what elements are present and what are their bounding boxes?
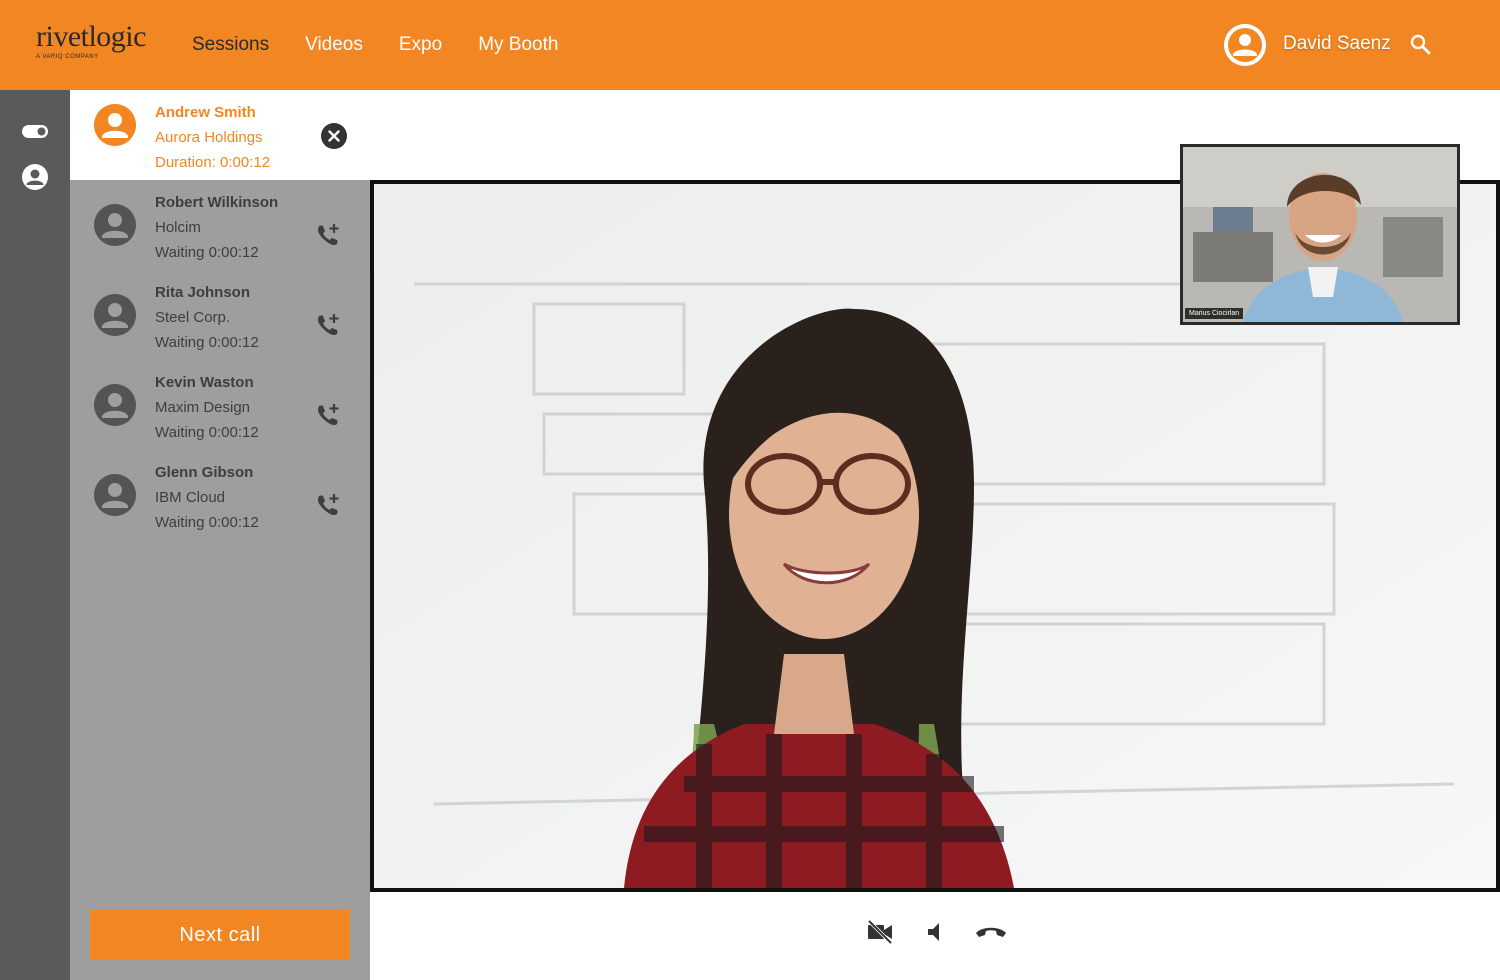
self-video-frame xyxy=(1183,147,1457,322)
video-off-icon[interactable] xyxy=(866,918,894,946)
caller-avatar xyxy=(94,104,136,146)
user-icon xyxy=(94,204,136,246)
queue-name: Kevin Waston xyxy=(155,374,254,391)
hang-up-icon[interactable] xyxy=(974,918,1006,946)
add-call-icon[interactable] xyxy=(315,312,341,338)
active-call-card[interactable]: Andrew Smith Aurora Holdings Duration: 0… xyxy=(70,90,370,180)
queue-status: Waiting 0:00:12 xyxy=(155,514,259,531)
user-icon xyxy=(94,104,136,146)
queue-item[interactable]: Glenn Gibson IBM Cloud Waiting 0:00:12 xyxy=(70,450,370,540)
user-icon xyxy=(1224,24,1266,66)
nav-videos[interactable]: Videos xyxy=(305,34,363,56)
toggle-icon[interactable] xyxy=(22,125,48,138)
main-nav: Sessions Videos Expo My Booth xyxy=(192,0,594,90)
left-rail xyxy=(0,90,70,980)
queue-name: Robert Wilkinson xyxy=(155,194,279,211)
queue-name: Glenn Gibson xyxy=(155,464,254,481)
queue-status: Waiting 0:00:12 xyxy=(155,334,259,351)
queue-item[interactable]: Kevin Waston Maxim Design Waiting 0:00:1… xyxy=(70,360,370,450)
logo-wordmark: rivetlogic xyxy=(36,20,146,53)
add-call-icon[interactable] xyxy=(315,402,341,428)
company-logo[interactable]: rivetlogic A VARIQ COMPANY xyxy=(36,22,166,66)
caller-company: Aurora Holdings xyxy=(155,129,263,146)
profile-icon[interactable] xyxy=(22,164,48,190)
close-circle-icon[interactable] xyxy=(321,123,347,149)
queue-company: Holcim xyxy=(155,219,201,236)
volume-icon[interactable] xyxy=(922,918,950,946)
logo-tagline: A VARIQ COMPANY xyxy=(36,54,99,60)
queue-company: Maxim Design xyxy=(155,399,251,416)
self-video[interactable]: Marius Ciocirlan xyxy=(1180,144,1460,325)
next-call-button[interactable]: Next call xyxy=(90,910,350,960)
user-name[interactable]: David Saenz xyxy=(1283,33,1391,55)
user-icon xyxy=(94,474,136,516)
add-call-icon[interactable] xyxy=(315,492,341,518)
queue-status: Waiting 0:00:12 xyxy=(155,424,259,441)
caller-name: Andrew Smith xyxy=(155,104,256,121)
user-icon xyxy=(94,294,136,336)
top-bar: rivetlogic A VARIQ COMPANY Sessions Vide… xyxy=(0,0,1500,90)
call-duration: Duration: 0:00:12 xyxy=(155,154,271,171)
queue-item[interactable]: Robert Wilkinson Holcim Waiting 0:00:12 xyxy=(70,180,370,270)
nav-sessions[interactable]: Sessions xyxy=(192,34,269,56)
queue-company: Steel Corp. xyxy=(155,309,231,326)
queue-status: Waiting 0:00:12 xyxy=(155,244,259,261)
nav-expo[interactable]: Expo xyxy=(399,34,442,56)
user-avatar[interactable] xyxy=(1224,24,1266,66)
search-icon[interactable] xyxy=(1408,32,1434,58)
nav-my-booth[interactable]: My Booth xyxy=(478,34,558,56)
queue-name: Rita Johnson xyxy=(155,284,251,301)
queue-company: IBM Cloud xyxy=(155,489,226,506)
self-video-label: Marius Ciocirlan xyxy=(1185,308,1244,319)
add-call-icon[interactable] xyxy=(315,222,341,248)
user-icon xyxy=(94,384,136,426)
queue-item[interactable]: Rita Johnson Steel Corp. Waiting 0:00:12 xyxy=(70,270,370,360)
